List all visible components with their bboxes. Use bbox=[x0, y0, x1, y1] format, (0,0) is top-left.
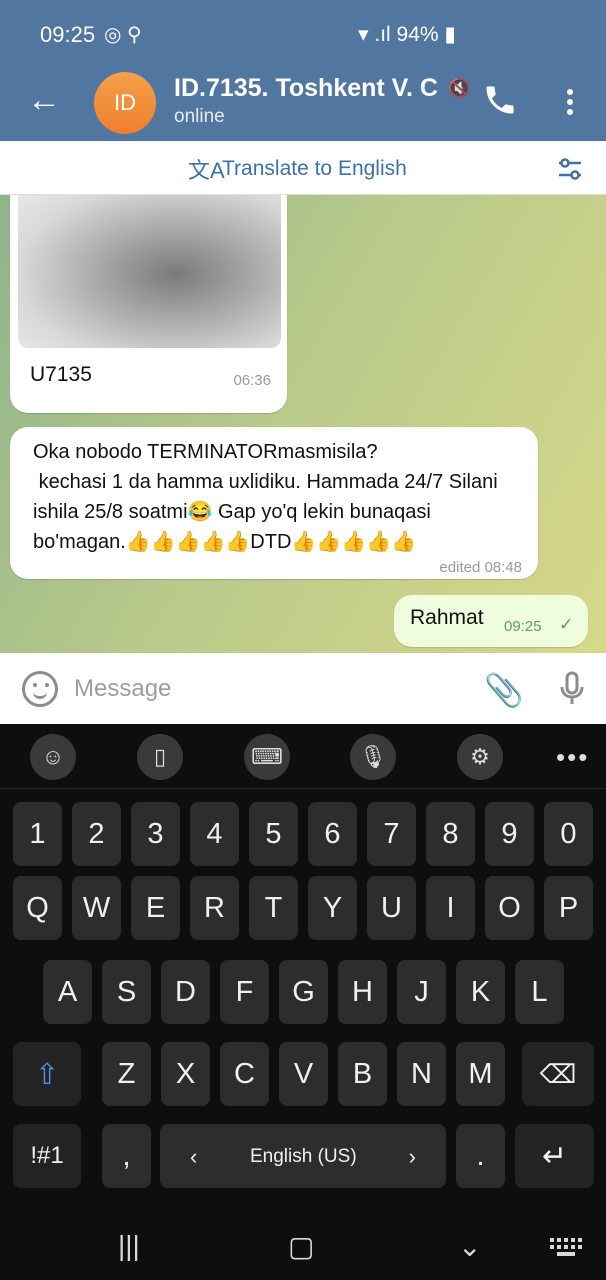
key-k[interactable]: K bbox=[456, 960, 505, 1024]
key-9[interactable]: 9 bbox=[485, 802, 534, 866]
key-w[interactable]: W bbox=[72, 876, 121, 940]
instagram-search-icons: ◎ ⚲ bbox=[104, 24, 142, 46]
message-time: 06:36 bbox=[233, 372, 271, 389]
key-b[interactable]: B bbox=[338, 1042, 387, 1106]
clipboard-icon[interactable]: ▯ bbox=[137, 734, 183, 780]
key-8[interactable]: 8 bbox=[426, 802, 475, 866]
translate-settings-icon[interactable] bbox=[556, 155, 584, 183]
key-m[interactable]: M bbox=[456, 1042, 505, 1106]
chat-title[interactable]: ID.7135. Toshkent V. C bbox=[174, 74, 444, 103]
message-time: 09:25 bbox=[504, 618, 542, 635]
key-3[interactable]: 3 bbox=[131, 802, 180, 866]
chevron-right-icon[interactable]: › bbox=[409, 1144, 416, 1170]
key-1[interactable]: 1 bbox=[13, 802, 62, 866]
key-7[interactable]: 7 bbox=[367, 802, 416, 866]
chat-status: online bbox=[174, 106, 225, 127]
back-chevron-icon[interactable]: ⌄ bbox=[458, 1230, 481, 1263]
key-x[interactable]: X bbox=[161, 1042, 210, 1106]
key-d[interactable]: D bbox=[161, 960, 210, 1024]
key-2[interactable]: 2 bbox=[72, 802, 121, 866]
chat-header: ← ID ID.7135. Toshkent V. C 🔇 online bbox=[0, 70, 606, 141]
translate-bar[interactable]: 文A Translate to English bbox=[0, 141, 606, 195]
key-h[interactable]: H bbox=[338, 960, 387, 1024]
message-bubble-image[interactable]: U7135 06:36 bbox=[10, 195, 287, 413]
voice-input-icon[interactable]: 🎙 bbox=[350, 734, 396, 780]
chat-area[interactable]: U7135 06:36 Oka nobodo TERMINATORmasmisi… bbox=[0, 195, 606, 653]
shift-key-icon[interactable]: ⇧ bbox=[13, 1042, 81, 1106]
battery-level: ▾ .ıl 94% ▮ bbox=[358, 23, 456, 46]
keyboard-switch-icon[interactable] bbox=[550, 1238, 582, 1256]
microphone-icon[interactable] bbox=[556, 671, 588, 707]
key-j[interactable]: J bbox=[397, 960, 446, 1024]
key-o[interactable]: O bbox=[485, 876, 534, 940]
symbols-key[interactable]: !#1 bbox=[13, 1124, 81, 1188]
translate-icon: 文A bbox=[188, 158, 225, 183]
key-5[interactable]: 5 bbox=[249, 802, 298, 866]
backspace-key-icon[interactable]: ⌫ bbox=[522, 1042, 594, 1106]
key-g[interactable]: G bbox=[279, 960, 328, 1024]
key-u[interactable]: U bbox=[367, 876, 416, 940]
message-image[interactable] bbox=[18, 195, 281, 348]
comma-key[interactable]: , bbox=[102, 1124, 151, 1188]
more-options-icon[interactable]: ••• bbox=[556, 742, 589, 773]
key-a[interactable]: A bbox=[43, 960, 92, 1024]
key-r[interactable]: R bbox=[190, 876, 239, 940]
key-f[interactable]: F bbox=[220, 960, 269, 1024]
key-c[interactable]: C bbox=[220, 1042, 269, 1106]
more-menu-icon[interactable] bbox=[560, 82, 580, 122]
key-s[interactable]: S bbox=[102, 960, 151, 1024]
space-language-label: English (US) bbox=[250, 1146, 357, 1167]
key-t[interactable]: T bbox=[249, 876, 298, 940]
message-bubble-outgoing[interactable]: Rahmat 09:25 ✓ bbox=[394, 595, 588, 647]
back-arrow-icon[interactable]: ← bbox=[24, 80, 64, 120]
attach-icon[interactable]: 📎 bbox=[484, 671, 524, 709]
key-e[interactable]: E bbox=[131, 876, 180, 940]
key-6[interactable]: 6 bbox=[308, 802, 357, 866]
message-composer: Message 📎 bbox=[0, 653, 606, 724]
key-n[interactable]: N bbox=[397, 1042, 446, 1106]
message-text: Rahmat bbox=[410, 606, 484, 629]
key-v[interactable]: V bbox=[279, 1042, 328, 1106]
message-time: edited 08:48 bbox=[439, 559, 522, 576]
recent-apps-icon[interactable]: ||| bbox=[118, 1230, 140, 1262]
message-input[interactable]: Message bbox=[74, 675, 171, 703]
key-i[interactable]: I bbox=[426, 876, 475, 940]
keyboard-settings-icon[interactable]: ⚙ bbox=[457, 734, 503, 780]
key-l[interactable]: L bbox=[515, 960, 564, 1024]
enter-key-icon[interactable]: ↵ bbox=[515, 1124, 594, 1188]
status-bar: 09:25 ◎ ⚲ ▾ .ıl 94% ▮ bbox=[0, 0, 606, 70]
period-key[interactable]: . bbox=[456, 1124, 505, 1188]
message-caption: U7135 bbox=[30, 363, 92, 386]
keyboard: ☺ ▯ ⌨ 🎙 ⚙ ••• 1 2 3 4 5 6 7 8 9 0 Q W E … bbox=[0, 724, 606, 1280]
message-bubble-text[interactable]: Oka nobodo TERMINATORmasmisila? kechasi … bbox=[10, 427, 538, 579]
divider bbox=[0, 788, 606, 789]
key-4[interactable]: 4 bbox=[190, 802, 239, 866]
chevron-left-icon[interactable]: ‹ bbox=[190, 1144, 197, 1170]
key-0[interactable]: 0 bbox=[544, 802, 593, 866]
muted-icon: 🔇 bbox=[448, 78, 471, 98]
key-y[interactable]: Y bbox=[308, 876, 357, 940]
translate-label[interactable]: Translate to English bbox=[222, 157, 407, 181]
status-time: 09:25 bbox=[40, 22, 96, 47]
key-z[interactable]: Z bbox=[102, 1042, 151, 1106]
key-q[interactable]: Q bbox=[13, 876, 62, 940]
home-icon[interactable]: ▢ bbox=[288, 1230, 314, 1263]
space-key[interactable]: ‹ English (US) › bbox=[160, 1124, 446, 1188]
keyboard-mode-icon[interactable]: ⌨ bbox=[244, 734, 290, 780]
check-icon: ✓ bbox=[559, 615, 574, 634]
emoji-keyboard-icon[interactable]: ☺ bbox=[30, 734, 76, 780]
avatar[interactable]: ID bbox=[94, 72, 156, 134]
phone-call-icon[interactable] bbox=[482, 82, 518, 118]
message-text: Oka nobodo TERMINATORmasmisila? kechasi … bbox=[33, 441, 498, 553]
system-nav-bar: ||| ▢ ⌄ bbox=[0, 1216, 606, 1280]
emoji-icon[interactable] bbox=[22, 671, 58, 707]
key-p[interactable]: P bbox=[544, 876, 593, 940]
